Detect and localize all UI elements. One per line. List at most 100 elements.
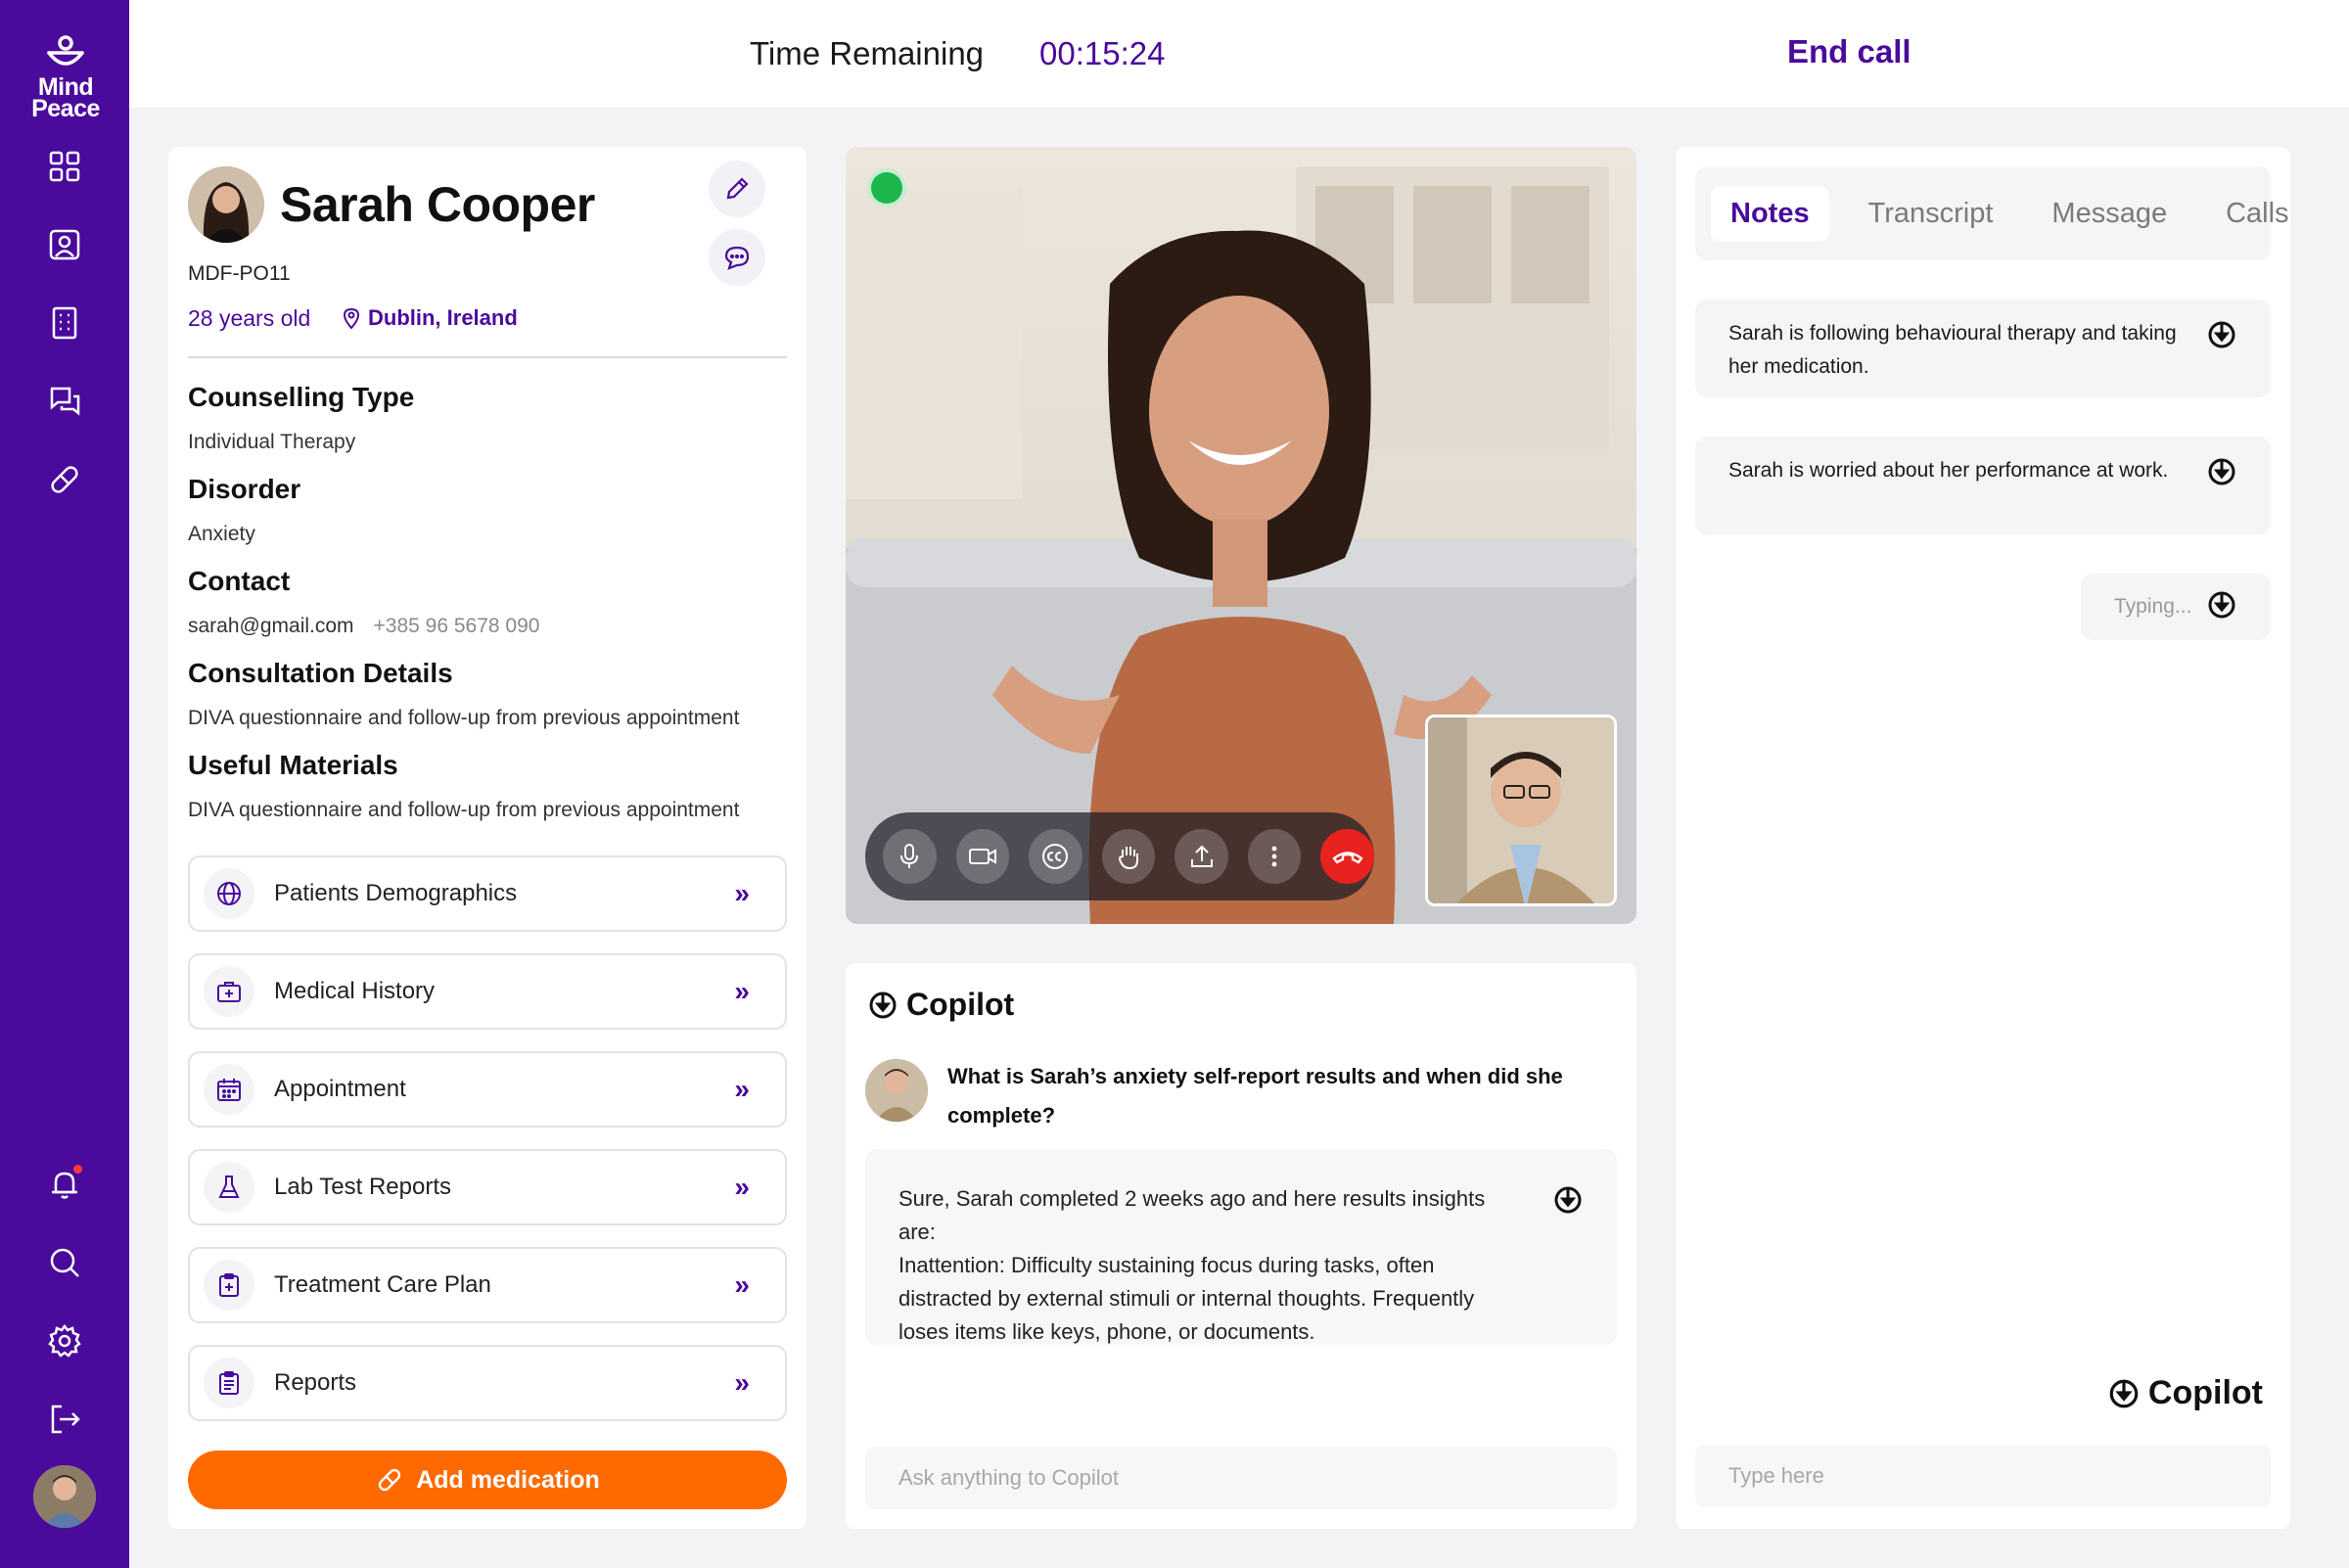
typing-text: Typing... [2114, 595, 2192, 618]
more-options-button[interactable] [1247, 829, 1302, 884]
sidebar-item-building[interactable] [35, 294, 94, 352]
contact-email[interactable]: sarah@gmail.com [188, 615, 354, 637]
menu-treatment-care-plan[interactable]: Treatment Care Plan » [188, 1247, 787, 1323]
menu-medical-history[interactable]: Medical History » [188, 953, 787, 1030]
menu-label: Lab Test Reports [274, 1174, 451, 1200]
copilot-icon [869, 992, 897, 1018]
menu-lab-test-reports[interactable]: Lab Test Reports » [188, 1149, 787, 1225]
doctor-avatar-icon [33, 1465, 96, 1528]
search-icon [50, 1248, 79, 1277]
copilot-icon [2109, 1379, 2139, 1407]
tab-notes[interactable]: Notes [1711, 185, 1829, 242]
video-camera-icon [968, 849, 996, 864]
message-patient-button[interactable] [709, 229, 765, 286]
logo-text: Mind Peace [31, 73, 100, 122]
menu-label: Appointment [274, 1076, 406, 1102]
patient-name: Sarah Cooper [280, 177, 595, 232]
tab-transcript[interactable]: Transcript [1849, 186, 2013, 242]
useful-materials-value: DIVA questionnaire and follow-up from pr… [188, 799, 740, 821]
camera-button[interactable] [955, 829, 1010, 884]
chat-bubble-icon [724, 246, 750, 270]
top-bar: Time Remaining 00:15:24 End call [129, 0, 2349, 108]
raise-hand-button[interactable] [1101, 829, 1156, 884]
time-remaining-value: 00:15:24 [1039, 35, 1166, 71]
double-chevron-right-icon: » [734, 976, 750, 1006]
doctor-avatar-icon [865, 1059, 928, 1122]
add-medication-label: Add medication [416, 1465, 600, 1494]
consultation-details-value: DIVA questionnaire and follow-up from pr… [188, 707, 740, 729]
copilot-icon [2208, 321, 2235, 348]
mic-button[interactable] [883, 829, 937, 884]
contact-title: Contact [188, 566, 291, 596]
menu-reports[interactable]: Reports » [188, 1345, 787, 1421]
user-avatar[interactable] [33, 1465, 96, 1528]
add-medication-button[interactable]: Add medication [188, 1451, 787, 1509]
more-vertical-icon [1271, 846, 1277, 867]
share-screen-button[interactable] [1174, 829, 1228, 884]
hand-icon [1119, 847, 1139, 870]
double-chevron-right-icon: » [734, 878, 750, 908]
divider [188, 356, 787, 358]
menu-label: Patients Demographics [274, 880, 518, 906]
patient-id: MDF-PO11 [188, 262, 291, 285]
notes-input[interactable] [1695, 1445, 2271, 1507]
copilot-panel: Copilot What is Sarah’s anxiety self-rep… [846, 963, 1636, 1529]
copilot-title-text: Copilot [906, 987, 1015, 1022]
sidebar-item-notifications[interactable] [35, 1155, 94, 1214]
upload-icon [1190, 845, 1213, 867]
copilot-icon [2208, 458, 2235, 485]
patient-location: Dublin, Ireland [343, 305, 518, 331]
copilot-input[interactable] [865, 1447, 1617, 1509]
medical-bag-icon [217, 982, 241, 1002]
sidebar-item-settings[interactable] [35, 1312, 94, 1370]
sidebar-item-messages[interactable] [35, 372, 94, 431]
typing-indicator: Typing... [2081, 574, 2271, 640]
phone-hangup-icon [1332, 852, 1363, 864]
location-pin-icon [343, 307, 360, 329]
tab-message[interactable]: Message [2032, 186, 2187, 242]
sidebar-item-logout[interactable] [35, 1390, 94, 1449]
video-call [846, 147, 1636, 924]
self-view-video[interactable] [1425, 715, 1617, 906]
mind-peace-logo[interactable]: Mind Peace [22, 33, 110, 122]
contact-phone[interactable]: +385 96 5678 090 [374, 615, 540, 637]
double-chevron-right-icon: » [734, 1367, 750, 1398]
note-item: Sarah is following behavioural therapy a… [1695, 300, 2271, 397]
sidebar-item-dashboard[interactable] [35, 137, 94, 196]
hang-up-button[interactable] [1320, 829, 1375, 884]
time-remaining-label: Time Remaining [750, 35, 985, 71]
sidebar-item-patients[interactable] [35, 215, 94, 274]
disorder-value: Anxiety [188, 523, 255, 545]
counselling-type-value: Individual Therapy [188, 431, 356, 453]
notes-panel: Notes Transcript Message Calls Sarah is … [1676, 147, 2290, 1529]
call-controls [865, 812, 1375, 900]
menu-patients-demographics[interactable]: Patients Demographics » [188, 855, 787, 932]
edit-patient-button[interactable] [709, 161, 765, 217]
pencil-icon [726, 177, 749, 200]
menu-appointment[interactable]: Appointment » [188, 1051, 787, 1128]
clipboard-icon [219, 1371, 239, 1395]
patient-age: 28 years old [188, 305, 311, 331]
sidebar: Mind Peace [0, 0, 129, 1568]
gear-icon [48, 1323, 81, 1358]
doctor-video-feed [1428, 717, 1614, 903]
counselling-type-title: Counselling Type [188, 382, 415, 412]
disorder-title: Disorder [188, 474, 301, 504]
copilot-answer-text: Sure, Sarah completed 2 weeks ago and he… [898, 1186, 1486, 1344]
flask-icon [218, 1176, 240, 1198]
clipboard-plus-icon [219, 1273, 239, 1297]
user-avatar [865, 1059, 928, 1122]
lotus-logo-icon [47, 35, 84, 66]
sidebar-item-search[interactable] [35, 1233, 94, 1292]
end-call-button[interactable]: End call [1787, 33, 1911, 70]
building-icon [52, 306, 77, 340]
calendar-icon [217, 1079, 241, 1101]
patient-avatar [188, 166, 264, 243]
note-item: Sarah is worried about her performance a… [1695, 437, 2271, 534]
copilot-answer: Sure, Sarah completed 2 weeks ago and he… [865, 1149, 1617, 1345]
menu-label: Reports [274, 1369, 357, 1396]
sidebar-item-medication[interactable] [35, 450, 94, 509]
captions-button[interactable] [1029, 829, 1082, 884]
copilot-brand: Copilot [2107, 1374, 2263, 1412]
tab-calls[interactable]: Calls [2206, 186, 2308, 242]
